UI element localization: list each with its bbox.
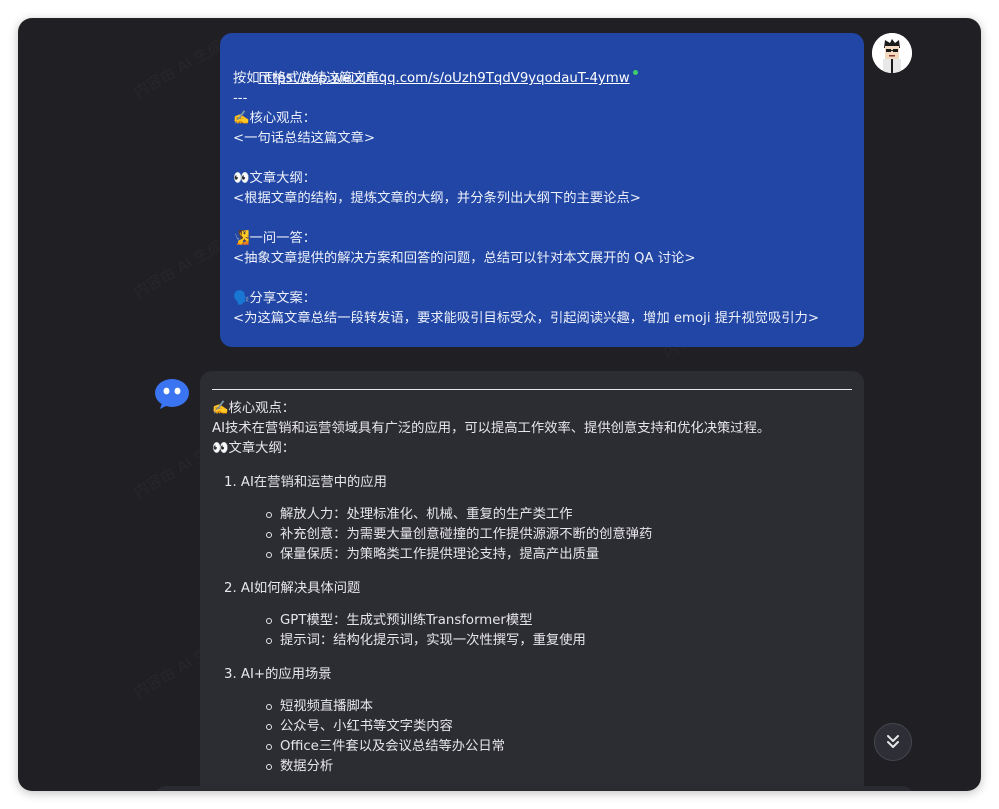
message-line: <为这篇文章总结一段转发语，要求能吸引目标受众，引起阅读兴趣，增加 emoji … (233, 311, 819, 326)
message-line (233, 269, 851, 289)
message-line (233, 149, 851, 169)
chat-input-area[interactable] (154, 786, 914, 791)
message-line: --- (233, 91, 248, 106)
watermark: 内容由 AI 生成 (129, 235, 225, 303)
core-label: ✍️核心观点： (212, 401, 296, 416)
list-item: 提示词：结构化提示词，实现一次性撰写，重复使用 (266, 631, 852, 651)
section-title: 2. AI如何解决具体问题 (224, 581, 361, 596)
bullet-list: 解放人力：处理标准化、机械、重复的生产类工作 补充创意：为需要大量创意碰撞的工作… (266, 505, 852, 565)
watermark: 内容由 AI 生成 (129, 35, 225, 103)
online-dot-icon (632, 70, 638, 75)
message-line: 👀文章大纲： (233, 171, 317, 186)
section-title: 3. AI+的应用场景 (224, 667, 332, 682)
list-item: Office三件套以及会议总结等办公日常 (266, 737, 852, 757)
list-item: 数据分析 (266, 757, 852, 777)
message-line: <一句话总结这篇文章> (233, 131, 375, 146)
list-item: 补充创意：为需要大量创意碰撞的工作提供源源不断的创意弹药 (266, 525, 852, 545)
chat-window: 内容由 AI 生成 内容由 AI 生成 内容由 AI 生成 内容由 AI 生成 … (18, 18, 981, 791)
list-item: 保量保质：为策略类工作提供理论支持，提高产出质量 (266, 545, 852, 565)
bullet-list: GPT模型：生成式预训练Transformer模型 提示词：结构化提示词，实现一… (266, 611, 852, 651)
list-item: 解放人力：处理标准化、机械、重复的生产类工作 (266, 505, 852, 525)
message-line: <抽象文章提供的解决方案和回答的问题，总结可以针对本文展开的 QA 讨论> (233, 251, 696, 266)
list-item: 公众号、小红书等文字类内容 (266, 717, 852, 737)
outline-section: 2. AI如何解决具体问题 GPT模型：生成式预训练Transformer模型 … (224, 579, 852, 651)
assistant-message-bubble: ✍️核心观点： AI技术在营销和运营领域具有广泛的应用，可以提高工作效率、提供创… (200, 371, 864, 791)
message-line: 🗣️分享文案： (233, 291, 317, 306)
message-line (233, 209, 851, 229)
divider (212, 389, 852, 390)
list-item: GPT模型：生成式预训练Transformer模型 (266, 611, 852, 631)
scroll-to-bottom-button[interactable] (874, 723, 912, 761)
list-item: 短视频直播脚本 (266, 697, 852, 717)
bullet-list: 短视频直播脚本 公众号、小红书等文字类内容 Office三件套以及会议总结等办公… (266, 697, 852, 777)
message-line: 🧏一问一答： (233, 231, 317, 246)
outline-section: 1. AI在营销和运营中的应用 解放人力：处理标准化、机械、重复的生产类工作 补… (224, 473, 852, 565)
robot-avatar-icon (154, 378, 190, 410)
core-text: AI技术在营销和运营领域具有广泛的应用，可以提高工作效率、提供创意支持和优化决策… (212, 421, 771, 436)
user-avatar-icon[interactable] (872, 33, 912, 73)
message-line: ✍️核心观点： (233, 111, 317, 126)
user-message-bubble: https://mp.weixin.qq.com/s/oUzh9TqdV9yqo… (220, 33, 864, 347)
outline-label: 👀文章大纲： (212, 441, 296, 456)
section-title: 1. AI在营销和运营中的应用 (224, 475, 387, 490)
outline-section: 3. AI+的应用场景 短视频直播脚本 公众号、小红书等文字类内容 Office… (224, 665, 852, 777)
message-line: <根据文章的结构，提炼文章的大纲，并分条列出大纲下的主要论点> (233, 191, 641, 206)
double-chevron-down-icon (887, 735, 899, 748)
